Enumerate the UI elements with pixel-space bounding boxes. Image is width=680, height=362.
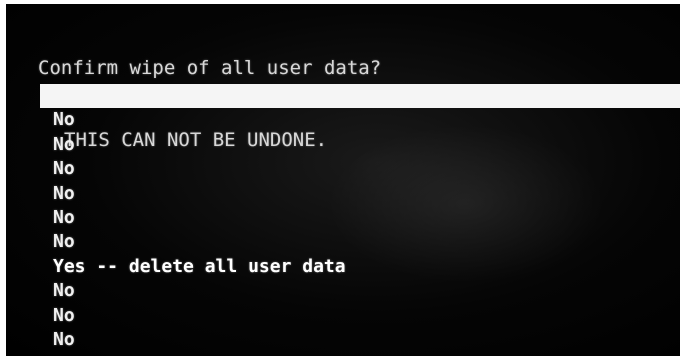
menu-item-no[interactable]: No bbox=[6, 328, 680, 352]
recovery-screen: Confirm wipe of all user data? THIS CAN … bbox=[6, 4, 680, 356]
menu-item-selected[interactable] bbox=[40, 84, 680, 109]
menu-item-no[interactable]: No bbox=[6, 230, 680, 254]
menu-item-yes-delete[interactable]: Yes -- delete all user data bbox=[6, 255, 680, 279]
menu-item-no[interactable]: No bbox=[6, 182, 680, 206]
prompt-title: Confirm wipe of all user data? bbox=[38, 57, 382, 79]
wipe-options-menu: No No No No No No Yes -- delete all user… bbox=[6, 84, 680, 352]
menu-item-no[interactable]: No bbox=[6, 108, 680, 132]
menu-item-no[interactable]: No bbox=[6, 133, 680, 157]
menu-item-no[interactable]: No bbox=[6, 157, 680, 181]
menu-item-no[interactable]: No bbox=[6, 206, 680, 230]
menu-item-no[interactable]: No bbox=[6, 304, 680, 328]
menu-item-no[interactable]: No bbox=[6, 279, 680, 303]
